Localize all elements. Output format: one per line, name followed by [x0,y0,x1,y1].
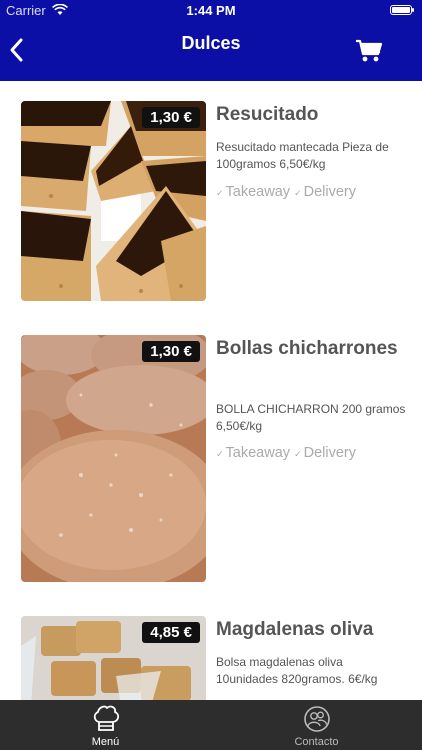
status-bar: Carrier 1:44 PM [0,0,422,22]
shopping-cart-icon[interactable] [355,38,383,64]
price-badge: 1,30 € [142,341,200,362]
product-card-resucitado[interactable]: 1,30 € Resucitado Resucitado mantecada P… [21,101,407,301]
option-delivery: Delivery [303,445,356,461]
tab-bar: Menú Contacto [0,700,422,750]
status-time: 1:44 PM [186,3,236,18]
check-icon: ✓ [294,449,302,459]
product-description: Bolsa magdalenas oliva 10unidades 820gra… [216,655,378,686]
product-description: Resucitado mantecada Pieza de 100gramos … [216,140,389,171]
product-name: Resucitado [216,104,319,125]
price-badge: 1,30 € [142,107,200,128]
app-header: Carrier 1:44 PM Dulces [0,0,422,81]
product-image[interactable]: 1,30 € [21,101,206,301]
tab-menu[interactable]: Menú [0,700,211,750]
tab-label: Contacto [294,736,339,748]
product-list[interactable]: 1,30 € Resucitado Resucitado mantecada P… [0,81,422,700]
delivery-options: ✓ Takeaway ✓ Delivery [216,184,356,200]
contact-icon [304,706,330,732]
battery-icon [390,5,414,15]
chef-hat-icon [93,705,120,731]
option-takeaway: Takeaway [225,445,291,461]
tab-label: Menú [91,736,120,748]
product-card-magdalenas-oliva[interactable]: 4,85 € Magdalenas oliva Bolsa magdalenas… [21,616,407,700]
product-name: Bollas chicharrones [216,338,398,359]
check-icon: ✓ [294,188,302,198]
product-image[interactable]: 1,30 € [21,335,206,582]
check-icon: ✓ [216,188,224,198]
product-image[interactable]: 4,85 € [21,616,206,700]
bollas-image [21,335,206,582]
tab-contact[interactable]: Contacto [211,700,422,750]
product-name: Magdalenas oliva [216,619,374,640]
chocolate-cookies-image [21,101,206,301]
product-description: BOLLA CHICHARRON 200 gramos 6,50€/kg [216,402,406,433]
option-delivery: Delivery [303,184,356,200]
product-card-bollas-chicharrones[interactable]: 1,30 € Bollas chicharrones BOLLA CHICHAR… [21,335,407,582]
check-icon: ✓ [216,449,224,459]
delivery-options: ✓ Takeaway ✓ Delivery [216,445,356,461]
option-takeaway: Takeaway [225,184,291,200]
price-badge: 4,85 € [142,622,200,643]
